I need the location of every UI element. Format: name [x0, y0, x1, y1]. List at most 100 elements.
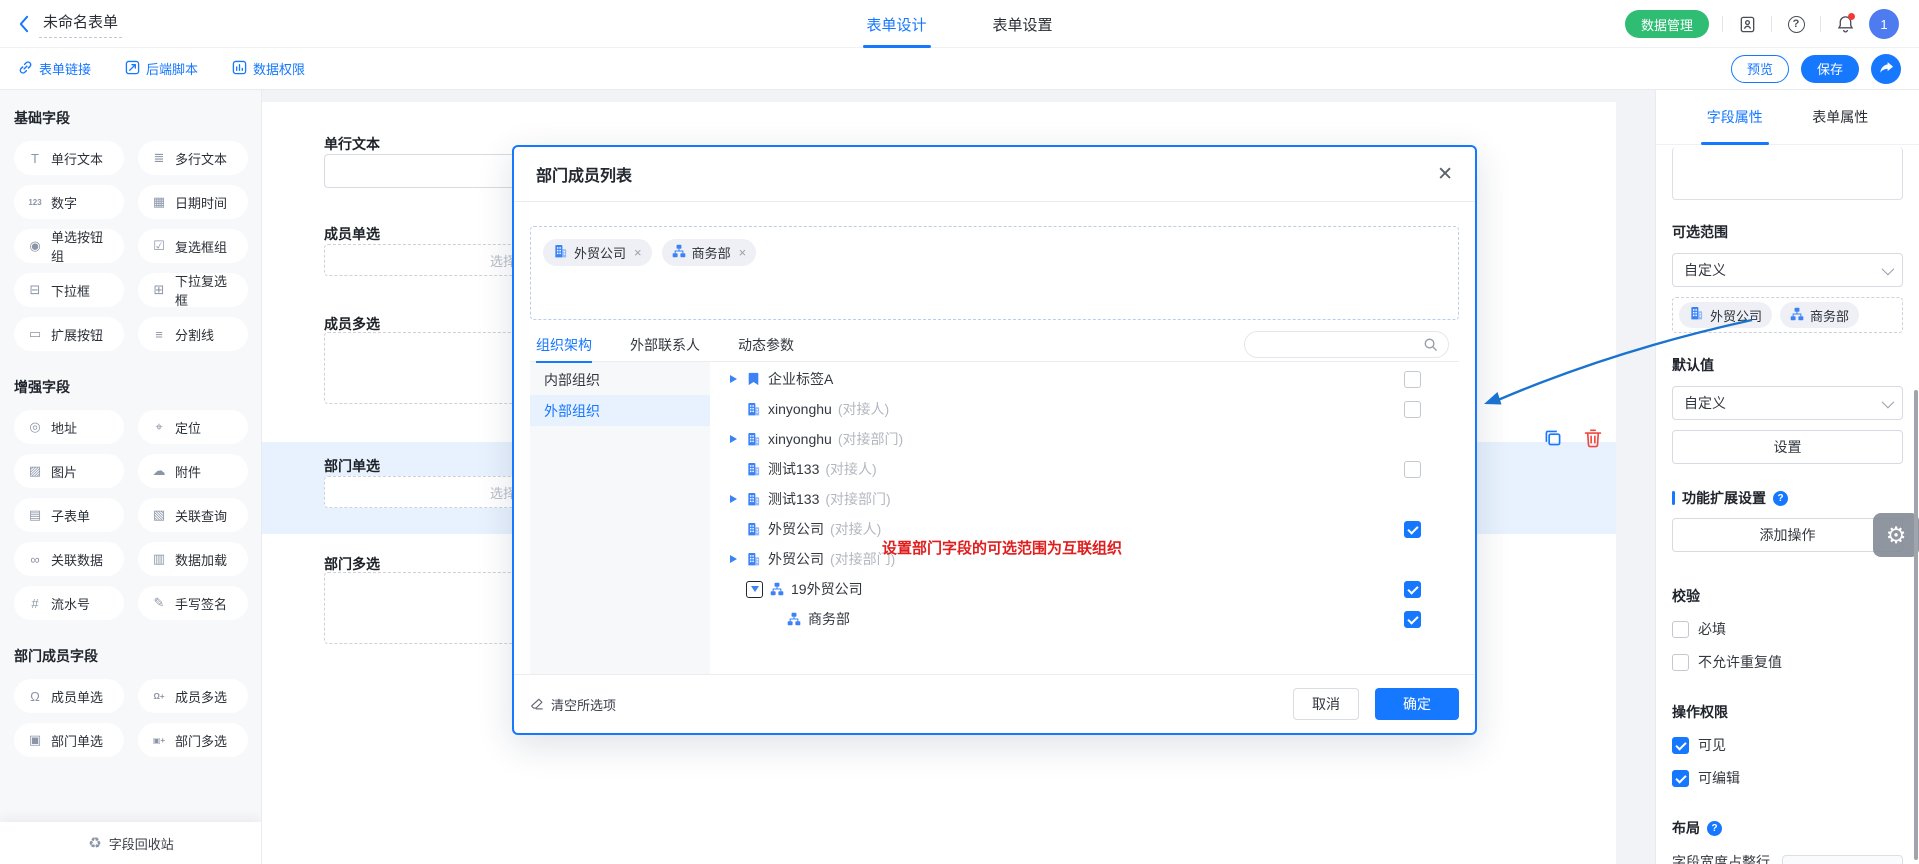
data-manage-button[interactable]: 数据管理	[1625, 10, 1709, 38]
range-tags-box[interactable]: 外贸公司商务部	[1672, 297, 1903, 333]
preview-button[interactable]: 预览	[1731, 55, 1789, 83]
chevron-down-icon	[1882, 262, 1895, 275]
expand-caret-icon[interactable]	[726, 435, 740, 443]
field-type-button[interactable]: ▨图片	[14, 454, 124, 488]
save-button[interactable]: 保存	[1801, 55, 1859, 83]
tree-checkbox[interactable]	[1404, 521, 1421, 538]
modal-tab[interactable]: 动态参数	[738, 328, 794, 362]
tree-checkbox[interactable]	[1404, 401, 1421, 418]
validation-option-checkbox[interactable]	[1672, 621, 1689, 638]
settings-gear-button[interactable]: ⚙	[1873, 513, 1919, 557]
field-type-button[interactable]: 123数字	[14, 185, 124, 219]
permission-option-checkbox[interactable]	[1672, 737, 1689, 754]
field-type-button[interactable]: ∞关联数据	[14, 542, 124, 576]
range-tag[interactable]: 外贸公司	[1679, 302, 1772, 328]
field-type-button[interactable]: ⌖定位	[138, 410, 248, 444]
field-type-button[interactable]: ▦日期时间	[138, 185, 248, 219]
tree-checkbox[interactable]	[1404, 461, 1421, 478]
range-tag[interactable]: 商务部	[1780, 302, 1859, 328]
tab-form-design[interactable]: 表单设计	[866, 0, 926, 48]
toolbar-link[interactable]: 表单链接	[18, 59, 91, 78]
toolbar-link[interactable]: 后端脚本	[125, 59, 198, 78]
field-type-button[interactable]: ≡分割线	[138, 317, 248, 351]
help-question-icon[interactable]: ?	[1773, 491, 1788, 506]
properties-panel: 字段属性 表单属性 可选范围 自定义 外贸公司商务部 默认值 自定义 设置 功能…	[1655, 90, 1919, 864]
org-tree-row[interactable]: 企业标签A	[710, 364, 1459, 394]
select-icon: ⊟	[24, 282, 46, 298]
avatar[interactable]: 1	[1869, 9, 1899, 39]
modal-tab[interactable]: 外部联系人	[630, 328, 700, 362]
confirm-button[interactable]: 确定	[1375, 688, 1459, 720]
close-icon[interactable]: ✕	[1433, 161, 1457, 188]
org-nav-item[interactable]: 外部组织	[530, 395, 710, 426]
tree-checkbox[interactable]	[1404, 611, 1421, 628]
tab-field-properties[interactable]: 字段属性	[1707, 90, 1763, 145]
field-type-button[interactable]: ▣+部门多选	[138, 723, 248, 757]
field-type-button[interactable]: ☁附件	[138, 454, 248, 488]
layout-width-select[interactable]: 全部	[1782, 855, 1903, 864]
field-type-button[interactable]: ⊞下拉复选框	[138, 273, 248, 307]
form-title[interactable]: 未命名表单	[39, 9, 122, 38]
field-type-button[interactable]: ☑复选框组	[138, 229, 248, 263]
field-type-button[interactable]: #流水号	[14, 586, 124, 620]
copy-field-icon[interactable]	[1541, 426, 1565, 450]
field-type-button[interactable]: ✎手写签名	[138, 586, 248, 620]
org-tree-row[interactable]: 测试133(对接部门)	[710, 484, 1459, 514]
field-type-button[interactable]: ▣部门单选	[14, 723, 124, 757]
field-type-button[interactable]: Ω+成员多选	[138, 679, 248, 713]
org-tree-row[interactable]: 19外贸公司	[710, 574, 1459, 604]
field-type-button[interactable]: ▭扩展按钮	[14, 317, 124, 351]
notification-bell-icon[interactable]	[1834, 13, 1856, 35]
delete-field-icon[interactable]	[1581, 426, 1605, 450]
scrolled-field-box[interactable]	[1672, 147, 1903, 200]
default-value-select[interactable]: 自定义	[1672, 386, 1903, 420]
search-input[interactable]	[1244, 331, 1449, 358]
selected-tag[interactable]: 外贸公司×	[543, 239, 652, 266]
field-recycle-bin[interactable]: ♻ 字段回收站	[0, 822, 262, 864]
form-field-label: 部门单选	[324, 456, 380, 476]
org-nav-item[interactable]: 内部组织	[530, 364, 710, 395]
org-tree-row[interactable]: 测试133(对接人)	[710, 454, 1459, 484]
contacts-icon[interactable]	[1736, 13, 1758, 35]
expand-caret-icon[interactable]	[726, 495, 740, 503]
field-type-button[interactable]: ◉单选按钮组	[14, 229, 124, 263]
org-tree-row[interactable]: xinyonghu(对接部门)	[710, 424, 1459, 454]
radio-group-icon: ◉	[24, 238, 46, 254]
permission-option-checkbox[interactable]	[1672, 770, 1689, 787]
field-type-button[interactable]: Ω成员单选	[14, 679, 124, 713]
expand-caret-icon[interactable]	[726, 555, 740, 563]
field-type-button[interactable]: ▧关联查询	[138, 498, 248, 532]
back-button[interactable]	[18, 15, 29, 33]
tab-form-properties[interactable]: 表单属性	[1812, 90, 1868, 145]
selected-items-area[interactable]: 外贸公司× 商务部×	[530, 226, 1459, 320]
help-icon[interactable]: ?	[1785, 13, 1807, 35]
modal-tab[interactable]: 组织架构	[536, 328, 592, 362]
org-tree-row[interactable]: xinyonghu(对接人)	[710, 394, 1459, 424]
add-action-button[interactable]: 添加操作	[1672, 518, 1903, 552]
field-type-button[interactable]: ⊟下拉框	[14, 273, 124, 307]
remove-tag-icon[interactable]: ×	[739, 245, 747, 260]
panel-scrollbar[interactable]	[1914, 390, 1918, 860]
field-type-button[interactable]: ◎地址	[14, 410, 124, 444]
clear-selection-button[interactable]: 清空所选项	[530, 695, 616, 714]
tree-checkbox[interactable]	[1404, 581, 1421, 598]
field-type-button[interactable]: ≣多行文本	[138, 141, 248, 175]
expand-caret-icon[interactable]	[726, 375, 740, 383]
cancel-button[interactable]: 取消	[1293, 688, 1359, 720]
toolbar-link[interactable]: 数据权限	[232, 59, 305, 78]
collapse-caret-icon[interactable]	[746, 581, 763, 598]
validation-option-checkbox[interactable]	[1672, 654, 1689, 671]
company-icon	[745, 402, 762, 417]
default-set-button[interactable]: 设置	[1672, 430, 1903, 464]
org-tree-row[interactable]: 商务部	[710, 604, 1459, 634]
selected-tag[interactable]: 商务部×	[662, 239, 757, 266]
field-type-button[interactable]: ▥数据加载	[138, 542, 248, 576]
tab-form-settings[interactable]: 表单设置	[993, 0, 1053, 48]
tree-checkbox[interactable]	[1404, 371, 1421, 388]
range-select[interactable]: 自定义	[1672, 253, 1903, 287]
remove-tag-icon[interactable]: ×	[634, 245, 642, 260]
help-question-icon[interactable]: ?	[1707, 821, 1722, 836]
field-type-button[interactable]: ▤子表单	[14, 498, 124, 532]
field-type-button[interactable]: T单行文本	[14, 141, 124, 175]
share-button[interactable]	[1871, 54, 1901, 84]
